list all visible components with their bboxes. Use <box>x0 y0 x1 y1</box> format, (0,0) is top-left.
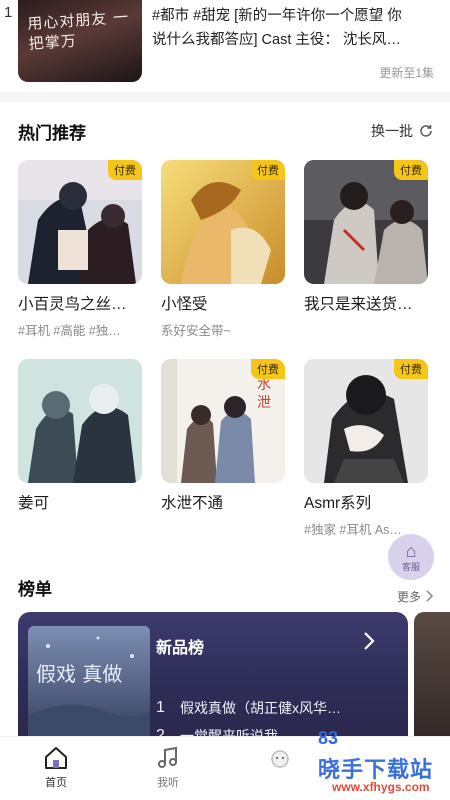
service-icon: ⌂ <box>405 540 417 561</box>
music-note-icon <box>158 746 177 768</box>
ranking-section-header: 榜单 更多 <box>18 574 434 604</box>
card-title: 小怪受 <box>161 296 208 313</box>
tab-listen[interactable]: 我听 <box>112 737 224 800</box>
card-cover[interactable]: 付费 <box>161 160 285 284</box>
cover-vertical-title: 泄 <box>257 395 271 411</box>
paid-badge: 付费 <box>394 359 428 379</box>
audio-drama-card[interactable]: 姜可 <box>18 359 142 519</box>
section-title: 榜单 <box>18 579 52 599</box>
description-line: 说什么我都答应] Cast 主役： 沈长风… <box>152 32 401 48</box>
cover-vertical-title: 水 <box>257 377 271 393</box>
paid-badge: 付费 <box>251 359 285 379</box>
card-title: Asmr系列 <box>304 495 372 512</box>
refresh-label: 换一批 <box>371 123 413 139</box>
ranking-item-title: 假戏真做（胡正健x风华… <box>180 700 341 716</box>
ranking-name: 新品榜 <box>156 640 205 657</box>
update-status: 更新至1集 <box>379 66 434 80</box>
card-title: 水泄不通 <box>161 495 224 512</box>
paid-badge: 付费 <box>394 160 428 180</box>
ranking-item-number: 1 <box>156 699 165 716</box>
watermark-logo: 83 <box>318 728 339 748</box>
card-cover[interactable]: 付费 <box>304 160 428 284</box>
ranking-item[interactable]: 1 假戏真做（胡正健x风华… <box>156 694 396 722</box>
description-line: #都市 #甜宠 [新的一年许你一个愿望 你 <box>152 8 402 24</box>
more-link[interactable]: 更多 <box>397 588 434 605</box>
audio-drama-card[interactable]: 付费 Asmr系列 #独家 #耳机 As… <box>304 359 428 538</box>
drama-description: #都市 #甜宠 [新的一年许你一个愿望 你 说什么我都答应] Cast 主役： … <box>152 4 437 52</box>
drama-card-partial[interactable]: 1 用心对朋友 一把掌万 #都市 #甜宠 [新的一年许你一个愿望 你 说什么我都… <box>0 0 450 92</box>
card-tags: #耳机 #高能 #独… <box>18 324 121 338</box>
paid-badge: 付费 <box>251 160 285 180</box>
card-title: 我只是来送货… <box>304 296 413 313</box>
refresh-button[interactable]: 换一批 <box>371 121 434 141</box>
hot-section-header: 热门推荐 换一批 <box>18 118 434 144</box>
audio-drama-card[interactable]: 付费 小百灵鸟之丝… #耳机 #高能 #独… <box>18 160 142 339</box>
refresh-icon <box>420 125 432 137</box>
home-icon <box>45 747 67 769</box>
section-title: 热门推荐 <box>18 123 86 143</box>
card-cover[interactable] <box>18 359 142 483</box>
section-divider <box>0 92 450 102</box>
tab-label: 我听 <box>157 777 179 789</box>
audio-drama-card[interactable]: 付费 我只是来送货… <box>304 160 428 320</box>
float-widget-label: 客服 <box>401 561 420 572</box>
drama-cover[interactable]: 用心对朋友 一把掌万 <box>18 0 142 82</box>
paid-badge: 付费 <box>108 160 142 180</box>
card-title: 小百灵鸟之丝… <box>18 296 127 313</box>
rank-number: 1 <box>4 4 13 21</box>
cover-calligraphy: 用心对朋友 一把掌万 <box>26 7 130 53</box>
card-cover[interactable]: 水 泄 付费 <box>161 359 285 483</box>
more-label: 更多 <box>396 589 421 604</box>
ranking-cover: 假戏 真做 <box>28 626 150 752</box>
card-title: 姜可 <box>18 495 50 512</box>
cover-art <box>28 626 150 752</box>
chevron-right-icon <box>364 632 375 650</box>
audio-drama-card[interactable]: 付费 小怪受 系好安全带~ <box>161 160 285 339</box>
cover-art <box>18 359 142 483</box>
audio-drama-card[interactable]: 水 泄 付费 水泄不通 <box>161 359 285 519</box>
tab-label: 首页 <box>45 777 67 789</box>
sheep-icon <box>271 750 289 768</box>
card-cover[interactable]: 付费 <box>304 359 428 483</box>
ranking-cover-title: 假戏 真做 <box>36 662 123 686</box>
card-cover[interactable]: 付费 <box>18 160 142 284</box>
watermark-url: www.xfhygs.com <box>332 780 430 794</box>
tab-home[interactable]: 首页 <box>0 737 112 800</box>
card-tags: 系好安全带~ <box>161 324 231 338</box>
chevron-right-icon <box>426 590 434 602</box>
